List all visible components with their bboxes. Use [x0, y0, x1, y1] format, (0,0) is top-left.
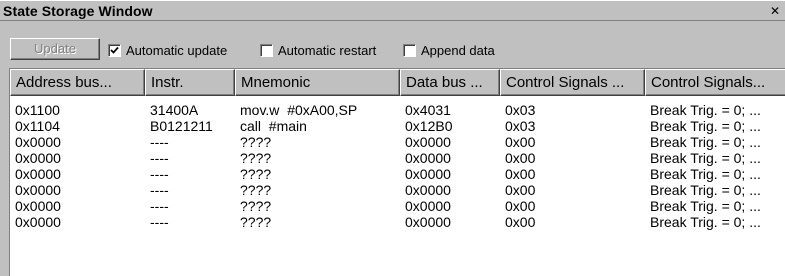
cell-control-signals-1: 0x00: [505, 182, 536, 198]
cell-instr: ----: [150, 214, 169, 230]
cell-mnemonic: ????: [240, 166, 272, 182]
cell-control-signals-1: 0x03: [505, 102, 536, 118]
cell-control-signals-2: Break Trig. = 0; ...: [650, 102, 761, 118]
checkbox-label: Append data: [421, 42, 495, 58]
table-header: Address bus... Instr. Mnemonic Data bus …: [10, 69, 785, 96]
column-header-instr[interactable]: Instr.: [145, 69, 235, 96]
cell-instr: B0121211: [150, 118, 213, 134]
table-row[interactable]: 0x0000 ----???? 0x0000 0x00 Break Trig. = 0;…: [10, 182, 785, 198]
state-storage-table: Address bus... Instr. Mnemonic Data bus …: [9, 68, 785, 276]
append-data-checkbox[interactable]: Append data: [403, 41, 495, 59]
cell-mnemonic: mov.w #0xA00,SP: [240, 102, 358, 118]
cell-control-signals-1: 0x00: [505, 214, 536, 230]
cell-control-signals-2: Break Trig. = 0; ...: [650, 198, 761, 214]
cell-control-signals-2: Break Trig. = 0; ...: [650, 166, 761, 182]
cell-control-signals-2: Break Trig. = 0; ...: [650, 182, 761, 198]
table-row[interactable]: 0x1100 31400A mov.w #0xA00,SP 0x4031 0x03 Bre…: [10, 102, 785, 118]
cell-data-bus: 0x0000: [405, 182, 451, 198]
cell-control-signals-2: Break Trig. = 0; ...: [650, 150, 761, 166]
automatic-restart-checkbox[interactable]: Automatic restart: [260, 41, 376, 59]
cell-data-bus: 0x0000: [405, 166, 451, 182]
cell-instr: ----: [150, 182, 169, 198]
state-storage-window: State Storage Window ✕ Update Automatic …: [0, 0, 785, 276]
cell-data-bus: 0x4031: [405, 102, 451, 118]
title-bar[interactable]: State Storage Window ✕: [0, 0, 785, 21]
cell-mnemonic: call #main: [240, 118, 307, 134]
cell-control-signals-2: Break Trig. = 0; ...: [650, 118, 761, 134]
cell-address: 0x0000: [15, 198, 61, 214]
cell-address: 0x0000: [15, 182, 61, 198]
cell-mnemonic: ????: [240, 134, 272, 150]
cell-address: 0x0000: [15, 166, 61, 182]
column-header-control-signals-1[interactable]: Control Signals ...: [500, 69, 645, 96]
cell-address: 0x0000: [15, 134, 61, 150]
cell-mnemonic: ????: [240, 150, 272, 166]
cell-mnemonic: ????: [240, 214, 272, 230]
cell-data-bus: 0x12B0: [405, 118, 453, 134]
checkbox-box[interactable]: [108, 43, 121, 57]
table-row[interactable]: 0x0000 ----???? 0x0000 0x00 Break Trig. = 0;…: [10, 198, 785, 214]
close-icon[interactable]: ✕: [769, 5, 781, 17]
cell-data-bus: 0x0000: [405, 150, 451, 166]
column-header-mnemonic[interactable]: Mnemonic: [235, 69, 400, 96]
table-row[interactable]: 0x0000 ----???? 0x0000 0x00 Break Trig. = 0;…: [10, 134, 785, 150]
cell-instr: ----: [150, 166, 169, 182]
checkbox-label: Automatic update: [126, 42, 228, 58]
table-row[interactable]: 0x1104 B0121211 call #main 0x12B0 0x03 Break …: [10, 118, 785, 134]
cell-control-signals-2: Break Trig. = 0; ...: [650, 214, 761, 230]
cell-control-signals-1: 0x00: [505, 134, 536, 150]
checkmark-icon: [110, 46, 119, 54]
cell-address: 0x1100: [15, 102, 60, 118]
checkbox-label: Automatic restart: [278, 42, 377, 58]
window-title: State Storage Window: [3, 3, 153, 19]
checkbox-box[interactable]: [403, 43, 416, 57]
cell-address: 0x1104: [15, 118, 60, 134]
cell-control-signals-2: Break Trig. = 0; ...: [650, 134, 761, 150]
cell-instr: ----: [150, 198, 169, 214]
cell-instr: ----: [150, 150, 169, 166]
table-row[interactable]: 0x0000 ----???? 0x0000 0x00 Break Trig. = 0;…: [10, 150, 785, 166]
cell-mnemonic: ????: [240, 182, 272, 198]
cell-instr: ----: [150, 134, 169, 150]
cell-control-signals-1: 0x00: [505, 198, 536, 214]
table-row[interactable]: 0x0000 ----???? 0x0000 0x00 Break Trig. = 0;…: [10, 214, 785, 230]
cell-address: 0x0000: [15, 214, 61, 230]
cell-mnemonic: ????: [240, 198, 272, 214]
cell-instr: 31400A: [150, 102, 199, 118]
cell-data-bus: 0x0000: [405, 134, 451, 150]
cell-control-signals-1: 0x03: [505, 118, 536, 134]
checkbox-box[interactable]: [260, 43, 273, 57]
column-header-data-bus[interactable]: Data bus ...: [400, 69, 500, 96]
update-button[interactable]: Update: [10, 38, 100, 60]
automatic-update-checkbox[interactable]: Automatic update: [108, 41, 227, 59]
table-row[interactable]: 0x0000 ----???? 0x0000 0x00 Break Trig. = 0;…: [10, 166, 785, 182]
cell-control-signals-1: 0x00: [505, 150, 536, 166]
cell-address: 0x0000: [15, 150, 61, 166]
cell-data-bus: 0x0000: [405, 198, 451, 214]
column-header-control-signals-2[interactable]: Control Signals...: [645, 69, 785, 96]
cell-data-bus: 0x0000: [405, 214, 451, 230]
cell-control-signals-1: 0x00: [505, 166, 536, 182]
column-header-address-bus[interactable]: Address bus...: [10, 69, 145, 96]
